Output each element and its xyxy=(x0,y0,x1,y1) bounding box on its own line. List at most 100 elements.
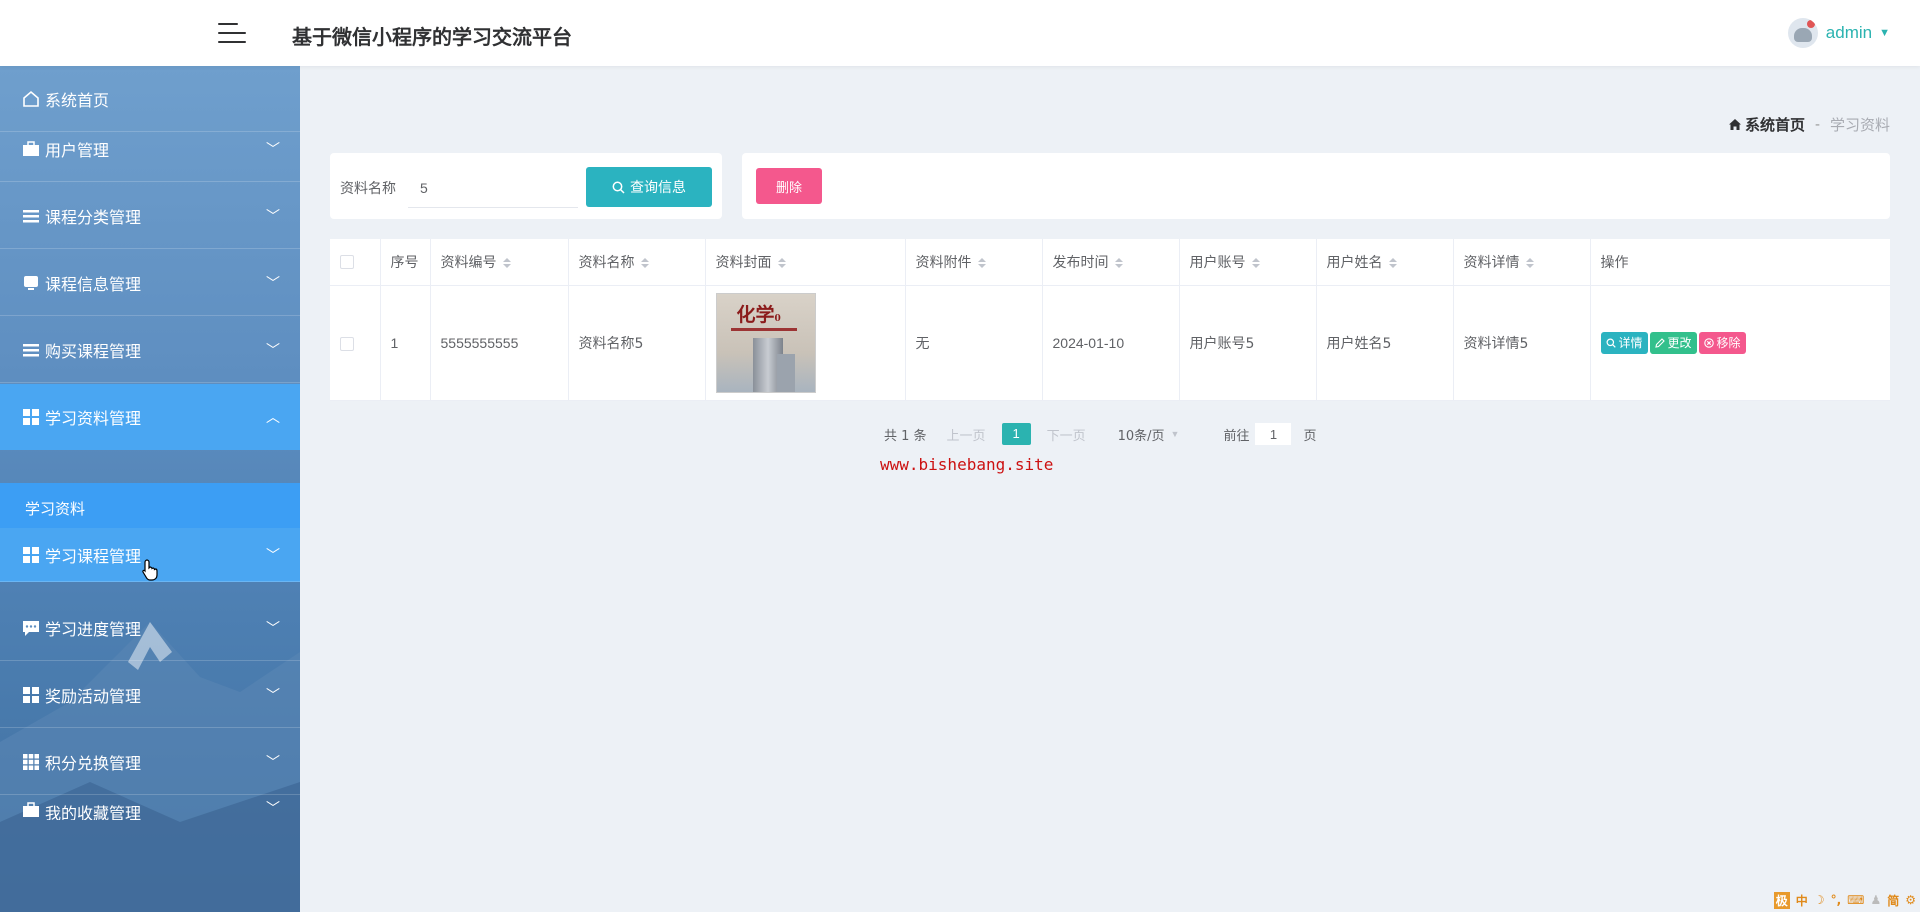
column-header[interactable]: 资料封面 xyxy=(705,239,906,286)
grid9-icon xyxy=(23,753,39,770)
chevron-down-icon: ﹀ xyxy=(266,274,280,291)
briefcase-icon xyxy=(23,140,39,156)
user-menu[interactable]: admin ▼ xyxy=(1787,18,1890,48)
chevron-down-icon: ﹀ xyxy=(266,546,280,563)
ime-simplified[interactable]: 简 xyxy=(1887,892,1899,909)
breadcrumb-home[interactable]: 系统首页 xyxy=(1745,114,1805,135)
select-all-checkbox[interactable] xyxy=(340,254,354,269)
column-header[interactable]: 用户账号 xyxy=(1179,239,1317,286)
pagination: 共 1 条 上一页 1 下一页 10条/页 ▼ 前往 页 xyxy=(884,423,1316,445)
sidebar-item-label: 课程分类管理 xyxy=(45,207,142,227)
sidebar-item-label: 用户管理 xyxy=(45,140,110,160)
column-header[interactable]: 用户姓名 xyxy=(1316,239,1454,286)
column-header[interactable]: 资料详情 xyxy=(1453,239,1591,286)
cell-attachment: 无 xyxy=(905,285,1043,401)
sort-icon[interactable] xyxy=(1525,257,1534,268)
sidebar-item-reward-activity[interactable]: 奖励活动管理 ﹀ xyxy=(0,662,300,728)
cell-detail: 资料详情5 xyxy=(1453,285,1591,401)
sidebar-item-purchase-course[interactable]: 购买课程管理 ﹀ xyxy=(0,317,300,383)
cell-operations: 详情 更改 移除 xyxy=(1590,285,1890,401)
watermark-text: www.bishebang.site xyxy=(880,455,1054,474)
sidebar-item-label: 学习资料管理 xyxy=(45,409,142,428)
caret-down-icon: ▼ xyxy=(1879,27,1890,39)
table-header-row: 序号 资料编号 资料名称 资料封面 资料附件 发布时间 用户账号 用户姓名 资料… xyxy=(330,239,1890,286)
sidebar-item-points-exchange[interactable]: 积分兑换管理 ﹀ xyxy=(0,729,300,795)
submenu-item-study-materials[interactable]: 学习资料 xyxy=(0,483,300,533)
sidebar-item-label: 购买课程管理 xyxy=(45,341,142,361)
prev-page-button[interactable]: 上一页 xyxy=(947,425,986,444)
user-icon[interactable]: ♟ xyxy=(1870,893,1881,907)
sidebar-item-study-materials[interactable]: 学习资料管理 ︿ xyxy=(0,384,300,450)
hand-cursor-icon xyxy=(142,559,158,581)
sidebar-item-favorites[interactable]: 我的收藏管理 ﹀ xyxy=(0,796,300,820)
column-header: 序号 xyxy=(380,239,431,286)
chevron-down-icon: ﹀ xyxy=(266,207,280,224)
goto-page-input[interactable] xyxy=(1255,423,1292,445)
detail-button[interactable]: 详情 xyxy=(1600,331,1648,354)
cell-name: 资料名称5 xyxy=(568,285,706,401)
home-icon xyxy=(1728,119,1741,130)
sort-icon[interactable] xyxy=(1114,257,1123,268)
cover-image[interactable]: 化学0 xyxy=(715,292,816,393)
sidebar-item-course-category[interactable]: 课程分类管理 ﹀ xyxy=(0,183,300,249)
gear-icon[interactable]: ⚙ xyxy=(1905,893,1916,907)
column-header[interactable]: 资料编号 xyxy=(430,239,569,286)
ime-mode[interactable]: 中 xyxy=(1796,892,1808,909)
monitor-icon xyxy=(24,275,38,290)
column-header[interactable]: 资料名称 xyxy=(568,239,706,286)
select-all-cell xyxy=(330,239,381,286)
menu-toggle-icon[interactable] xyxy=(218,20,246,44)
sort-icon[interactable] xyxy=(1251,257,1260,268)
page-number-current[interactable]: 1 xyxy=(1001,423,1031,445)
list-icon xyxy=(23,343,39,356)
cell-index: 1 xyxy=(380,285,431,401)
next-page-button[interactable]: 下一页 xyxy=(1047,425,1086,444)
site-title: 基于微信小程序的学习交流平台 xyxy=(292,25,572,49)
moon-icon[interactable]: ☽ xyxy=(1814,893,1825,907)
remove-button[interactable]: 移除 xyxy=(1698,331,1746,354)
search-button[interactable]: 查询信息 xyxy=(586,167,712,207)
column-header[interactable]: 资料附件 xyxy=(905,239,1043,286)
breadcrumb-current: 学习资料 xyxy=(1829,116,1890,134)
chevron-down-icon: ﹀ xyxy=(266,753,280,770)
search-input[interactable] xyxy=(408,168,578,208)
keyboard-icon[interactable]: ⌨ xyxy=(1847,893,1864,907)
cell-user-name: 用户姓名5 xyxy=(1316,285,1454,401)
sidebar-item-label: 学习课程管理 xyxy=(45,546,142,566)
ime-logo[interactable]: 极 xyxy=(1773,891,1790,909)
sidebar-item-label: 课程信息管理 xyxy=(45,274,142,294)
avatar xyxy=(1787,18,1818,48)
sidebar: 系统首页 用户管理 ﹀ 课程分类管理 ﹀ 课程信息管理 ﹀ 购买课程管理 ﹀ 学… xyxy=(0,66,300,912)
chevron-down-icon: ﹀ xyxy=(266,140,280,157)
submenu-item-label: 学习资料 xyxy=(25,499,86,518)
delete-button[interactable]: 删除 xyxy=(756,168,822,204)
sidebar-item-label: 积分兑换管理 xyxy=(45,753,142,773)
grid-icon xyxy=(23,546,39,563)
sidebar-item-label: 奖励活动管理 xyxy=(45,686,142,706)
breadcrumb: 系统首页 - 学习资料 xyxy=(1728,114,1890,135)
edit-button[interactable]: 更改 xyxy=(1649,331,1697,354)
sort-icon[interactable] xyxy=(502,257,511,268)
sort-icon[interactable] xyxy=(977,257,986,268)
sidebar-item-course-info[interactable]: 课程信息管理 ﹀ xyxy=(0,250,300,316)
grid-icon xyxy=(23,686,39,703)
row-checkbox[interactable] xyxy=(340,336,354,351)
search-icon xyxy=(612,181,625,194)
sidebar-item-study-progress[interactable]: 学习进度管理 ﹀ xyxy=(0,595,300,661)
sort-icon[interactable] xyxy=(1388,257,1397,268)
grid-icon xyxy=(23,409,39,425)
sidebar-item-user-management[interactable]: 用户管理 ﹀ xyxy=(0,116,300,182)
chevron-up-icon: ︿ xyxy=(266,409,280,425)
punctuation-icon[interactable]: °, xyxy=(1831,893,1842,907)
chevron-down-icon: ﹀ xyxy=(266,686,280,703)
chat-icon xyxy=(23,620,39,636)
goto-label: 前往 xyxy=(1223,428,1250,444)
page-size-select[interactable]: 10条/页 xyxy=(1118,425,1165,444)
search-button-label: 查询信息 xyxy=(630,180,686,196)
row-select-cell xyxy=(330,285,381,401)
sort-icon[interactable] xyxy=(640,257,649,268)
page-unit-label: 页 xyxy=(1303,428,1317,444)
breadcrumb-separator: - xyxy=(1814,116,1820,133)
column-header[interactable]: 发布时间 xyxy=(1042,239,1180,286)
sort-icon[interactable] xyxy=(777,257,786,268)
